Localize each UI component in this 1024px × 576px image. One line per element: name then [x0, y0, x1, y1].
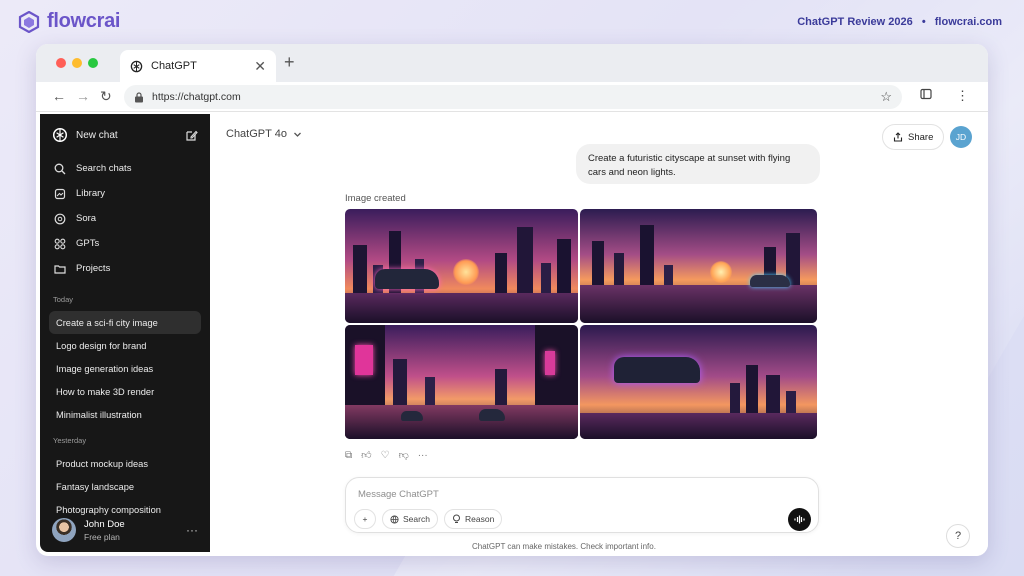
message-composer[interactable]: Message ChatGPT + Search Reason [345, 477, 819, 533]
history-item[interactable]: How to make 3D render [49, 380, 201, 403]
maximize-window-button[interactable] [88, 58, 98, 68]
url-field[interactable]: https://chatgpt.com ☆ [124, 85, 902, 109]
projects-icon [54, 264, 66, 274]
help-button[interactable]: ? [946, 524, 970, 548]
history-item[interactable]: Image generation ideas [49, 357, 201, 380]
review-title: ChatGPT Review 2026 [797, 16, 913, 28]
disclaimer-text: ChatGPT can make mistakes. Check importa… [472, 542, 656, 551]
flowcrai-logo-icon [18, 10, 40, 33]
user-name: John Doe [84, 518, 125, 530]
separator: • [921, 16, 926, 28]
sidebar: New chat Search chats Library Sora GPTs … [40, 114, 210, 552]
today-label: Today [53, 295, 74, 304]
more-menu-icon[interactable]: ⋮ [956, 88, 969, 104]
more-actions-icon[interactable]: ··· [418, 450, 428, 461]
chatgpt-logo-icon [130, 60, 143, 72]
user-avatar[interactable]: JD [950, 126, 972, 148]
generated-image-2[interactable] [580, 209, 817, 323]
tab-close-icon[interactable]: ✕ [254, 58, 266, 75]
copy-icon[interactable]: ⧉ [345, 450, 352, 461]
history-item[interactable]: Fantasy landscape [49, 475, 201, 498]
model-selector[interactable]: ChatGPT 4o [226, 128, 302, 140]
globe-icon [390, 514, 399, 524]
like-icon[interactable]: ♡ [381, 450, 390, 461]
share-label: Share [908, 131, 934, 143]
history-item[interactable]: Minimalist illustration [49, 403, 201, 426]
sidebar-item-label: Library [76, 188, 106, 199]
back-icon[interactable]: ← [52, 88, 66, 104]
model-name: ChatGPT 4o [226, 128, 287, 140]
lock-icon [135, 91, 143, 102]
close-window-button[interactable] [56, 58, 66, 68]
sidebar-item-label: Search chats [76, 163, 132, 174]
reason-button[interactable]: Reason [444, 509, 503, 529]
sidebar-item-label: Sora [76, 213, 97, 224]
chevron-down-icon [293, 132, 301, 137]
history-item[interactable]: Product mockup ideas [49, 452, 201, 475]
image-created-label: Image created [345, 193, 406, 204]
share-icon [893, 132, 903, 142]
attach-button[interactable]: + [354, 509, 376, 529]
chat-main: ChatGPT 4o Share JD Create a futuristic … [210, 114, 988, 556]
brand-logo: flowcrai [18, 10, 120, 33]
user-message: Create a futuristic cityscape at sunset … [576, 144, 820, 184]
browser-tab[interactable]: ChatGPT ✕ [120, 50, 276, 82]
chatgpt-logo-icon [52, 127, 68, 143]
plus-icon: + [362, 514, 368, 524]
bookmark-star-icon[interactable]: ☆ [880, 89, 892, 105]
browser-window: ChatGPT ✕ + ← → ↻ https://chatgpt.com ☆ … [36, 44, 988, 556]
sora-icon [54, 213, 66, 224]
yesterday-label: Yesterday [53, 436, 87, 445]
thumbs-down-icon[interactable]: 👎︎ [399, 449, 409, 461]
sidebar-item-projects[interactable]: Projects [40, 256, 210, 281]
reason-label: Reason [465, 514, 495, 524]
history-item-active[interactable]: Create a sci-fi city image [49, 311, 201, 334]
url-text: https://chatgpt.com [152, 91, 241, 103]
voice-mode-button[interactable] [788, 508, 811, 531]
library-icon [54, 188, 66, 199]
message-input[interactable]: Message ChatGPT [358, 489, 439, 500]
user-profile[interactable]: John Doe Free plan ··· [40, 508, 210, 552]
search-label: Search [403, 514, 430, 524]
search-button[interactable]: Search [382, 509, 438, 529]
tab-bar: ChatGPT ✕ + [36, 44, 988, 82]
waveform-icon [794, 515, 805, 524]
sidebar-item-library[interactable]: Library [40, 181, 210, 206]
reload-icon[interactable]: ↻ [100, 88, 112, 105]
share-button[interactable]: Share [882, 124, 945, 150]
tab-title: ChatGPT [151, 60, 197, 72]
user-plan: Free plan [84, 531, 120, 542]
lightbulb-icon [453, 514, 460, 523]
minimize-window-button[interactable] [72, 58, 82, 68]
sidebar-item-label: GPTs [76, 238, 100, 249]
new-tab-button[interactable]: + [284, 52, 295, 73]
thumbs-up-icon[interactable]: 👍︎ [361, 449, 371, 461]
site-link[interactable]: flowcrai.com [935, 16, 1002, 28]
avatar [52, 518, 76, 542]
generated-image-4[interactable] [580, 325, 817, 439]
sidebar-item-search[interactable]: Search chats [40, 156, 210, 181]
message-actions: ⧉ 👍︎ ♡ 👎︎ ··· [345, 449, 428, 462]
forward-icon[interactable]: → [76, 88, 90, 104]
search-icon [54, 163, 66, 174]
address-bar: ← → ↻ https://chatgpt.com ☆ ⋮ [36, 82, 988, 112]
brand-name: flowcrai [47, 10, 121, 32]
window-controls [56, 58, 98, 68]
generated-image-3[interactable] [345, 325, 578, 439]
new-chat-label: New chat [76, 129, 118, 141]
compose-icon[interactable] [185, 129, 198, 142]
header-right: ChatGPT Review 2026 • flowcrai.com [797, 16, 1002, 28]
new-chat-row[interactable]: New chat [40, 114, 210, 156]
sidebar-item-label: Projects [76, 263, 111, 274]
gpts-icon [54, 238, 66, 249]
generated-image-1[interactable] [345, 209, 578, 323]
sidebar-item-gpts[interactable]: GPTs [40, 231, 210, 256]
more-options-icon[interactable]: ··· [186, 523, 198, 537]
history-item[interactable]: Logo design for brand [49, 334, 201, 357]
sidebar-toggle-icon[interactable] [920, 88, 932, 103]
sidebar-item-sora[interactable]: Sora [40, 206, 210, 231]
